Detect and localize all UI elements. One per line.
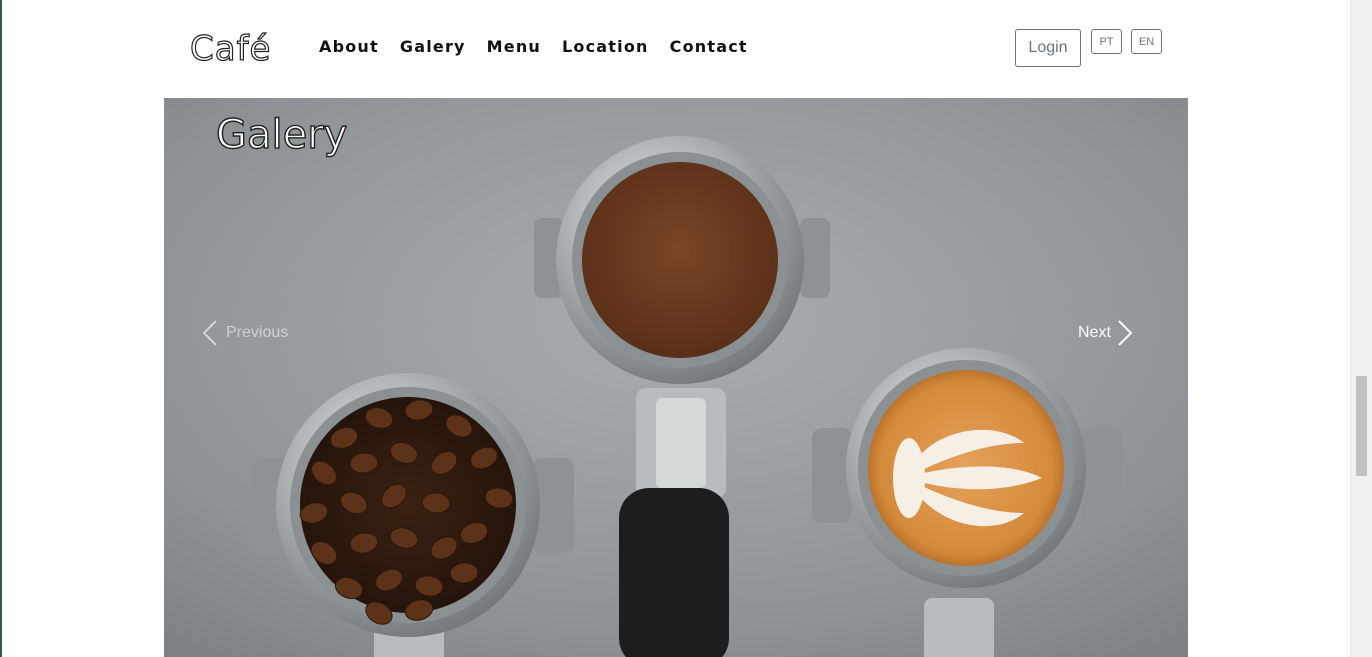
nav-item-about[interactable]: About: [319, 37, 379, 56]
chevron-right-icon: [1118, 320, 1133, 346]
logo[interactable]: Café: [189, 23, 282, 69]
language-pt-button[interactable]: PT: [1091, 29, 1122, 54]
nav-item-menu[interactable]: Menu: [487, 37, 541, 56]
nav-item-location[interactable]: Location: [562, 37, 649, 56]
carousel-next-control[interactable]: Next: [1078, 318, 1133, 348]
vertical-scrollbar[interactable]: [1350, 0, 1372, 657]
carousel-previous-label: Previous: [226, 324, 289, 341]
logo-text: Café: [190, 29, 271, 69]
language-en-button[interactable]: EN: [1131, 29, 1162, 54]
navbar: Café About Galery Menu Location Contact …: [164, 0, 1188, 98]
chevron-left-icon: [202, 320, 217, 346]
nav-item-galery[interactable]: Galery: [400, 37, 466, 56]
nav-links: About Galery Menu Location Contact: [319, 37, 769, 56]
page: Café About Galery Menu Location Contact …: [0, 0, 1372, 657]
carousel-slide-image: [164, 98, 1188, 657]
carousel-previous-control[interactable]: Previous: [202, 318, 288, 348]
gallery-title: Galery: [215, 104, 376, 160]
carousel-next-label: Next: [1078, 324, 1111, 341]
gallery-carousel: Galery Previous Next: [164, 98, 1188, 657]
window-edge: [0, 0, 2, 657]
login-button[interactable]: Login: [1015, 29, 1081, 67]
gallery-title-text: Galery: [216, 112, 347, 158]
nav-item-contact[interactable]: Contact: [670, 37, 748, 56]
scrollbar-thumb[interactable]: [1356, 376, 1367, 476]
